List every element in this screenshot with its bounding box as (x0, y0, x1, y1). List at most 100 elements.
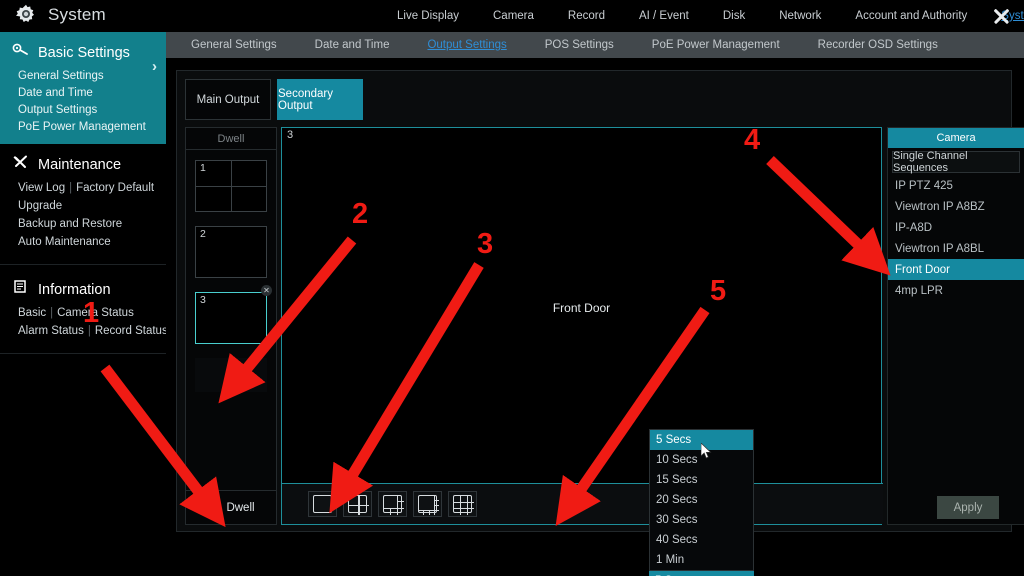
preview-channel-number: 3 (287, 129, 294, 141)
dwell-time-option-30-secs[interactable]: 30 Secs (650, 510, 753, 530)
sidebar-divider (0, 264, 166, 265)
grid-line (453, 508, 474, 510)
sidebar-item-backup-and-restore[interactable]: Backup and Restore (18, 218, 122, 230)
dwell-items: 1 2 3 ✕ + (186, 150, 276, 392)
dwell-item-number: 2 (200, 228, 206, 240)
topnav-account-and-authority[interactable]: Account and Authority (838, 0, 984, 32)
camera-item-4mp-lpr[interactable]: 4mp LPR (888, 280, 1024, 301)
close-icon[interactable]: ✕ (261, 285, 272, 296)
camera-item-viewtron-ip-a8bl[interactable]: Viewtron IP A8BL (888, 238, 1024, 259)
sidebar-row-maintenance-4: Auto Maintenance (0, 233, 166, 251)
output-tab-bar: Main Output Secondary Output (185, 79, 363, 120)
dwell-checkbox-label: Dwell (226, 501, 255, 514)
grid-line (467, 495, 469, 515)
chevron-right-icon[interactable]: › (152, 58, 157, 75)
top-navigation: Live Display Camera Record AI / Event Di… (380, 0, 1024, 32)
camera-item-viewtron-ip-a8bz[interactable]: Viewtron IP A8BZ (888, 196, 1024, 217)
tab-date-and-time[interactable]: Date and Time (296, 32, 409, 58)
tab-poe-power-management[interactable]: PoE Power Management (633, 32, 799, 58)
camera-item-ip-a8d[interactable]: IP-A8D (888, 217, 1024, 238)
sidebar-item-general-settings[interactable]: General Settings (0, 67, 166, 84)
dwell-item-number: 1 (200, 162, 206, 174)
annotation-number-2: 2 (352, 198, 369, 230)
tab-main-output[interactable]: Main Output (185, 79, 271, 120)
settings-icon (12, 42, 30, 63)
sidebar-group-title: Basic Settings (38, 44, 130, 61)
layout-6-button[interactable] (378, 491, 407, 517)
sidebar-item-basic[interactable]: Basic (18, 307, 46, 319)
camera-list-panel: Camera Single Channel Sequences IP PTZ 4… (887, 127, 1024, 525)
close-icon[interactable] (990, 5, 1012, 27)
topnav-network[interactable]: Network (762, 0, 838, 32)
topnav-disk[interactable]: Disk (706, 0, 762, 32)
layout-9-button[interactable] (448, 491, 477, 517)
layout-buttons (308, 491, 477, 517)
content-area: General Settings Date and Time Output Se… (166, 32, 1024, 576)
sidebar-item-upgrade[interactable]: Upgrade (18, 200, 62, 212)
single-channel-sequences-button[interactable]: Single Channel Sequences (892, 150, 1020, 174)
wrench-icon (12, 154, 30, 175)
layout-4-button[interactable] (343, 491, 372, 517)
title-bar: System Live Display Camera Record AI / E… (0, 0, 1024, 32)
layout-toolbar (282, 483, 1009, 524)
sidebar-item-view-log[interactable]: View Log (18, 182, 65, 194)
sidebar-group-header: Basic Settings (0, 38, 166, 67)
gear-icon (14, 3, 38, 27)
dwell-item-3[interactable]: 3 ✕ (195, 285, 272, 344)
sidebar-item-record-status[interactable]: Record Status (95, 325, 168, 337)
dwell-checkbox[interactable] (207, 501, 221, 514)
topnav-ai-event[interactable]: AI / Event (622, 0, 706, 32)
sidebar-item-auto-maintenance[interactable]: Auto Maintenance (18, 236, 111, 248)
topnav-camera[interactable]: Camera (476, 0, 551, 32)
dwell-time-dropdown: 5 Secs 10 Secs 15 Secs 20 Secs 30 Secs 4… (649, 429, 754, 576)
sidebar-row-maintenance-3: Backup and Restore (0, 215, 166, 233)
dwell-item-number: 3 (200, 294, 206, 306)
layout-9-icon (453, 495, 472, 513)
sidebar-group-title: Maintenance (38, 156, 122, 173)
sidebar-item-alarm-status[interactable]: Alarm Status (18, 325, 84, 337)
add-dwell-button[interactable]: + (195, 358, 267, 392)
dwell-time-option-1-min[interactable]: 1 Min (650, 550, 753, 570)
camera-item-front-door[interactable]: Front Door (888, 259, 1024, 280)
sidebar-item-output-settings[interactable]: Output Settings (0, 101, 166, 118)
camera-item-ip-ptz-425[interactable]: IP PTZ 425 (888, 175, 1024, 196)
dwell-item-1[interactable]: 1 (195, 160, 267, 212)
grid-line (434, 495, 436, 510)
grid-line (397, 501, 404, 503)
dwell-time-option-15-secs[interactable]: 15 Secs (650, 470, 753, 490)
tab-recorder-osd-settings[interactable]: Recorder OSD Settings (799, 32, 957, 58)
grid-line (428, 510, 430, 515)
tab-pos-settings[interactable]: POS Settings (526, 32, 633, 58)
topnav-live-display[interactable]: Live Display (380, 0, 476, 32)
annotation-number-1: 1 (83, 297, 100, 329)
topnav-record[interactable]: Record (551, 0, 622, 32)
output-preview[interactable]: 3 Front Door (281, 127, 1009, 525)
grid-line (423, 510, 425, 515)
tab-output-settings[interactable]: Output Settings (408, 32, 525, 58)
tab-secondary-output[interactable]: Secondary Output (277, 79, 363, 120)
sidebar-group-basic-settings: Basic Settings General Settings Date and… (0, 32, 166, 144)
sidebar-divider (0, 353, 166, 354)
camera-list-header: Camera (888, 128, 1024, 148)
mouse-cursor (700, 442, 712, 459)
page-title: System (48, 5, 106, 24)
dwell-item-2[interactable]: 2 (195, 226, 267, 278)
annotation-number-5: 5 (710, 275, 727, 307)
dwell-time-option-20-secs[interactable]: 20 Secs (650, 490, 753, 510)
grid-line (453, 501, 474, 503)
grid-line (397, 508, 399, 515)
annotation-number-3: 3 (477, 228, 494, 260)
grid-line (434, 505, 439, 507)
sidebar-item-factory-default[interactable]: Factory Default (76, 182, 154, 194)
sidebar-group-maintenance: Maintenance View Log | Factory Default Upg… (0, 144, 166, 260)
layout-8-button[interactable] (413, 491, 442, 517)
dwell-time-option-40-secs[interactable]: 40 Secs (650, 530, 753, 550)
grid-line (390, 508, 392, 515)
layout-1-button[interactable] (308, 491, 337, 517)
layout-6-icon (383, 495, 402, 513)
tab-general-settings[interactable]: General Settings (172, 32, 296, 58)
apply-button[interactable]: Apply (937, 496, 999, 519)
sidebar-item-date-and-time[interactable]: Date and Time (0, 84, 166, 101)
dwell-time-select[interactable]: 5 Secs (649, 571, 754, 576)
sidebar-item-poe-power-management[interactable]: PoE Power Management (0, 118, 166, 135)
